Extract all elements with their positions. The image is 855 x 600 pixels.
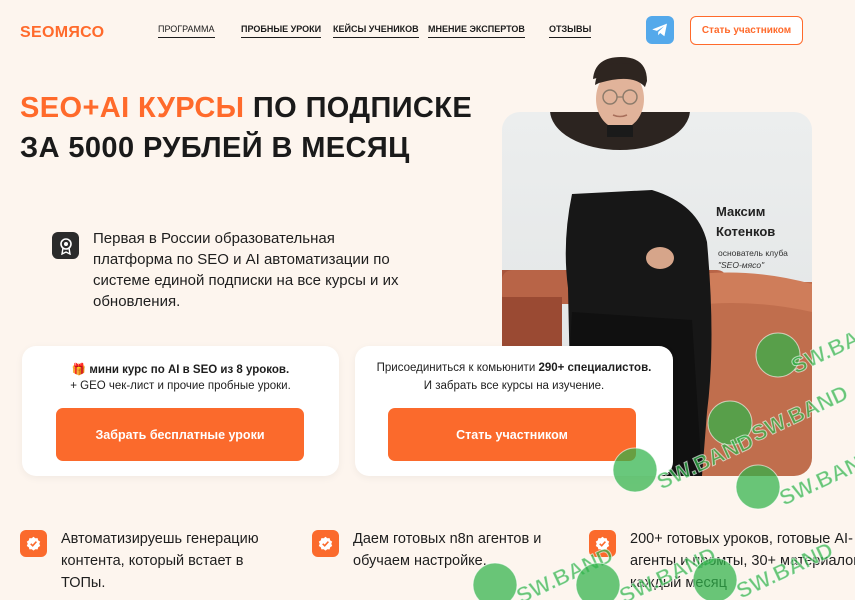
nav-trial-lessons[interactable]: ПРОБНЫЕ УРОКИ	[241, 24, 322, 38]
intro-text: Первая в России образовательная платформ…	[93, 230, 399, 310]
intro-block: Первая в России образовательная платформ…	[52, 228, 413, 312]
gift-icon: 🎁	[71, 364, 87, 376]
nav-program[interactable]: ПРОГРАММА	[158, 24, 215, 38]
feature-item: Автоматизируешь генерацию контента, кото…	[20, 528, 291, 594]
founder-last-name: Котенков	[716, 224, 776, 239]
join-button-header[interactable]: Стать участником	[690, 16, 803, 45]
founder-club: "SEO-мясо"	[718, 260, 765, 270]
telegram-icon	[652, 23, 667, 37]
founder-role-text: основатель клуба	[718, 248, 788, 258]
check-badge-icon	[589, 530, 616, 557]
join-community-count: 290+ специалистов.	[538, 362, 652, 374]
main-nav: ПРОГРАММА ПРОБНЫЕ УРОКИ КЕЙСЫ УЧЕНИКОВ М…	[0, 24, 640, 44]
feature-item: 200+ готовых уроков, готовые AI-агенты и…	[589, 528, 855, 594]
nav-reviews[interactable]: ОТЗЫВЫ	[549, 24, 592, 38]
award-icon	[52, 232, 79, 259]
join-button-card[interactable]: Стать участником	[388, 408, 636, 461]
founder-role: основатель клуба "SEO-мясо"	[718, 247, 788, 271]
check-badge-icon	[312, 530, 339, 557]
check-badge-icon	[20, 530, 47, 557]
telegram-button[interactable]	[646, 16, 674, 44]
join-community-line1: Присоединиться к комьюнити 290+ специали…	[355, 362, 673, 374]
headline-accent: SEO+AI КУРСЫ	[20, 92, 245, 124]
free-lessons-title: мини курс по AI в SEO из 8 уроков.	[89, 364, 290, 376]
free-lessons-card: 🎁 мини курс по AI в SEO из 8 уроков. + G…	[22, 346, 339, 476]
founder-head	[593, 57, 647, 137]
page-title: SEO+AI КУРСЫ ПО ПОДПИСКЕ ЗА 5000 РУБЛЕЙ …	[20, 88, 472, 168]
free-lessons-line1: 🎁 мини курс по AI в SEO из 8 уроков.	[22, 362, 339, 376]
founder-name: Максим Котенков	[716, 202, 775, 242]
join-community-line2: И забрать все курсы на изучение.	[423, 380, 605, 392]
headline-line2: ЗА 5000 РУБЛЕЙ В МЕСЯЦ	[20, 132, 410, 164]
feature-text: Автоматизируешь генерацию контента, кото…	[61, 531, 259, 591]
join-community-prefix: Присоединиться к комьюнити	[376, 362, 539, 374]
join-community-card: Присоединиться к комьюнити 290+ специали…	[355, 346, 673, 476]
nav-student-cases[interactable]: КЕЙСЫ УЧЕНИКОВ	[333, 24, 419, 38]
feature-item: Даем готовых n8n агентов и обучаем настр…	[312, 528, 568, 572]
headline-rest: ПО ПОДПИСКЕ	[244, 92, 473, 124]
free-lessons-line2: + GEO чек-лист и прочие пробные уроки.	[70, 380, 291, 392]
feature-text: 200+ готовых уроков, готовые AI-агенты и…	[630, 531, 855, 591]
founder-first-name: Максим	[716, 204, 766, 219]
get-free-lessons-button[interactable]: Забрать бесплатные уроки	[56, 408, 304, 461]
feature-text: Даем готовых n8n агентов и обучаем настр…	[353, 531, 542, 569]
nav-expert-opinion[interactable]: МНЕНИЕ ЭКСПЕРТОВ	[428, 24, 525, 38]
